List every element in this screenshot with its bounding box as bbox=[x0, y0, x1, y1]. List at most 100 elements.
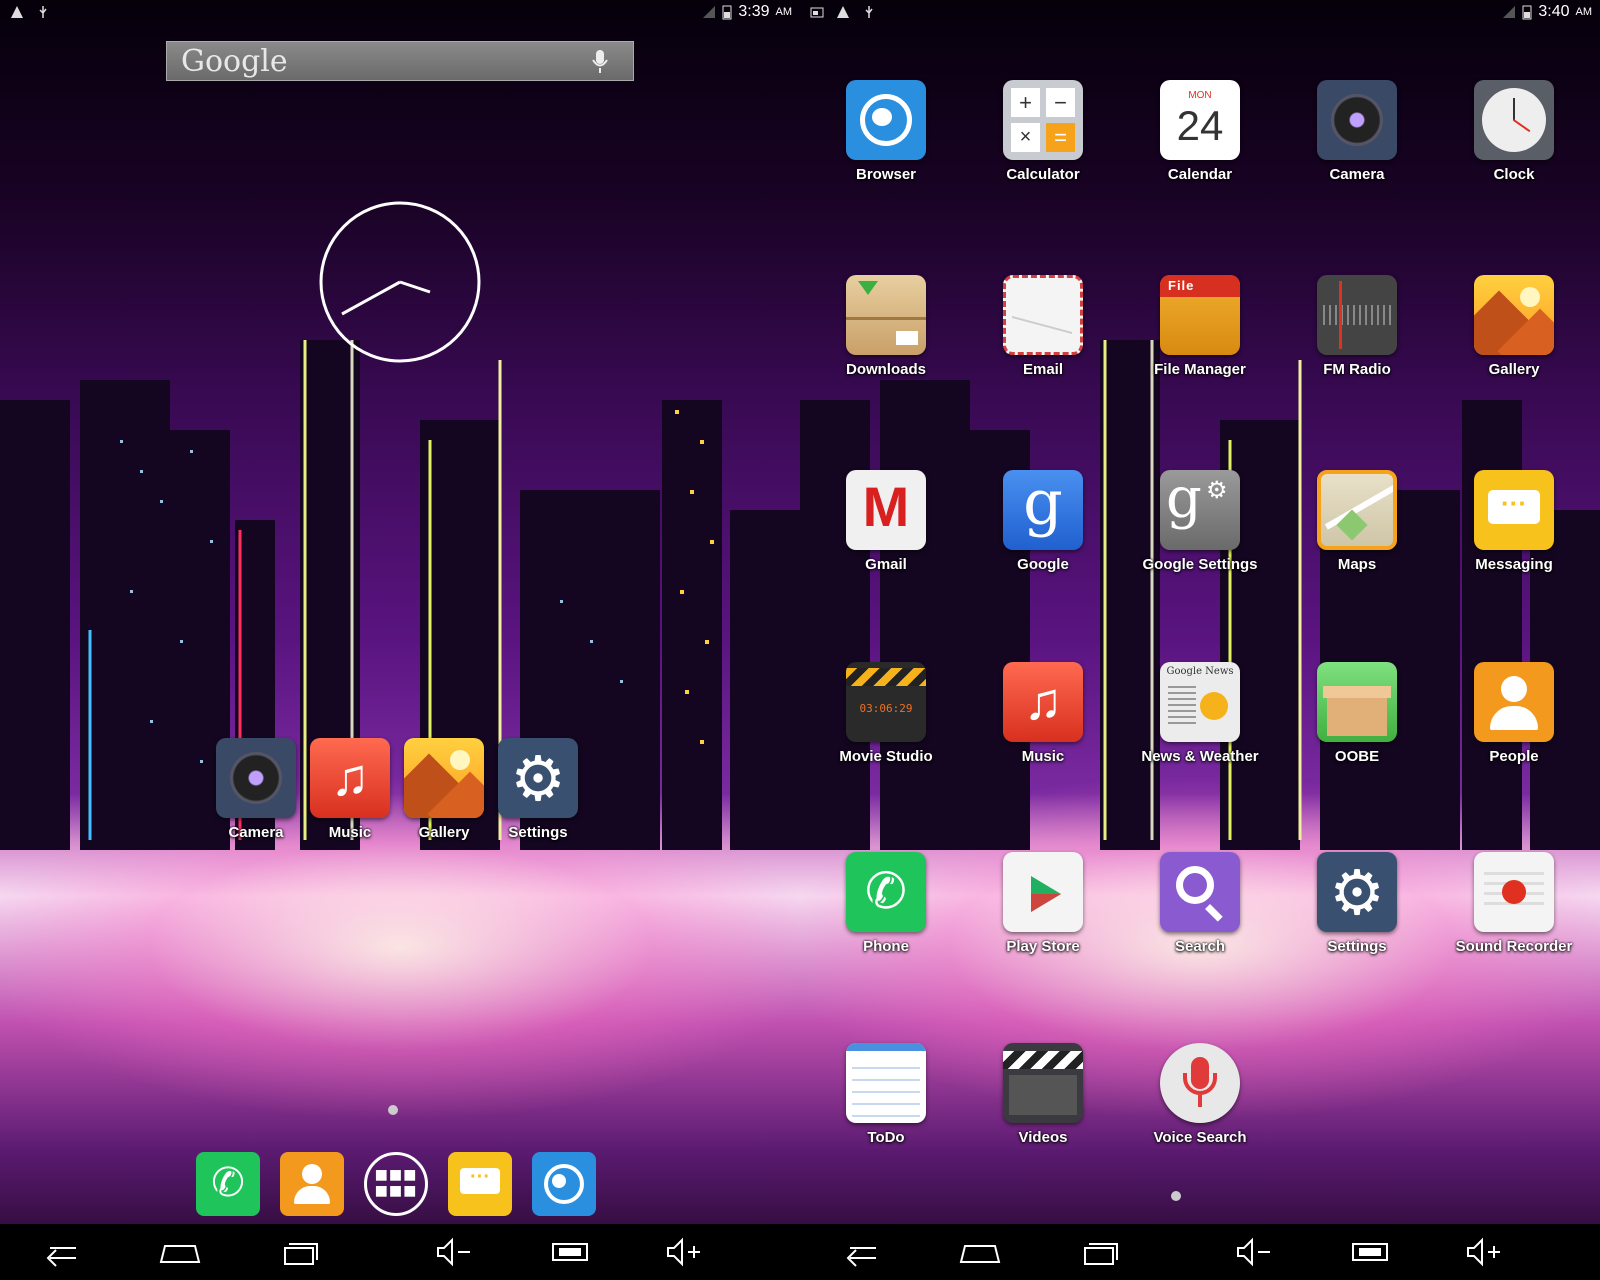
app-label: Maps bbox=[1337, 556, 1377, 573]
app-downloads[interactable]: Downloads bbox=[811, 275, 961, 378]
app-email[interactable]: Email bbox=[968, 275, 1118, 378]
app-movie-studio[interactable]: 03:06:29 Movie Studio bbox=[811, 662, 961, 765]
battery-icon bbox=[1522, 5, 1532, 20]
people-icon[interactable] bbox=[280, 1152, 344, 1216]
app-browser[interactable]: Browser bbox=[811, 80, 961, 183]
analog-clock-widget[interactable] bbox=[318, 200, 482, 364]
app-people[interactable]: People bbox=[1439, 662, 1589, 765]
app-phone[interactable]: ✆ Phone bbox=[811, 852, 961, 955]
status-ampm: AM bbox=[775, 6, 793, 18]
browser-icon[interactable] bbox=[532, 1152, 596, 1216]
phone-icon[interactable]: ✆ bbox=[196, 1152, 260, 1216]
app-label: Search bbox=[1174, 938, 1226, 955]
app-sound-recorder[interactable]: Sound Recorder bbox=[1439, 852, 1589, 955]
app-maps[interactable]: Maps bbox=[1282, 470, 1432, 573]
app-label: Clock bbox=[1493, 166, 1535, 183]
app-google[interactable]: g Google bbox=[968, 470, 1118, 573]
app-label: ToDo bbox=[867, 1129, 905, 1146]
google-logo: Google bbox=[181, 44, 288, 79]
settings-icon: ⚙ bbox=[498, 738, 578, 818]
voice-search-icon bbox=[1160, 1043, 1240, 1123]
gallery-icon bbox=[1474, 275, 1554, 355]
timecode: 03:06:29 bbox=[859, 702, 913, 715]
app-label: Calculator bbox=[1006, 166, 1080, 183]
app-fm-radio[interactable]: FM Radio bbox=[1282, 275, 1432, 378]
oobe-icon bbox=[1317, 662, 1397, 742]
app-label: Sound Recorder bbox=[1455, 938, 1573, 955]
app-music[interactable]: ♫ Music bbox=[968, 662, 1118, 765]
mic-icon[interactable] bbox=[591, 49, 609, 75]
screenshot-icon[interactable] bbox=[1345, 1234, 1395, 1270]
search-icon bbox=[1160, 852, 1240, 932]
app-search[interactable]: Search bbox=[1125, 852, 1275, 955]
volume-down-icon[interactable] bbox=[1230, 1234, 1280, 1270]
news-weather-icon: Google News bbox=[1160, 662, 1240, 742]
screenshot-icon[interactable] bbox=[545, 1234, 595, 1270]
todo-icon bbox=[846, 1043, 926, 1123]
app-oobe[interactable]: OOBE bbox=[1282, 662, 1432, 765]
movie-studio-icon: 03:06:29 bbox=[846, 662, 926, 742]
app-camera[interactable]: Camera bbox=[1282, 80, 1432, 183]
calendar-day: MON bbox=[1188, 90, 1212, 101]
app-label: Settings bbox=[508, 824, 568, 841]
email-icon bbox=[1003, 275, 1083, 355]
app-calendar[interactable]: MON 24 Calendar bbox=[1125, 80, 1275, 183]
app-settings[interactable]: ⚙ Settings bbox=[1282, 852, 1432, 955]
page-indicator bbox=[388, 1105, 398, 1115]
app-label: News & Weather bbox=[1141, 748, 1259, 765]
google-settings-icon: g ⚙ bbox=[1160, 470, 1240, 550]
app-news-weather[interactable]: Google News News & Weather bbox=[1125, 662, 1275, 765]
signal-icon bbox=[1503, 6, 1516, 18]
app-label: Phone bbox=[863, 938, 909, 955]
app-google-settings[interactable]: g ⚙ Google Settings bbox=[1125, 470, 1275, 573]
play-store-icon bbox=[1003, 852, 1083, 932]
recents-icon[interactable] bbox=[275, 1234, 325, 1270]
usb-icon bbox=[865, 6, 873, 18]
app-videos[interactable]: Videos bbox=[968, 1043, 1118, 1146]
signal-icon bbox=[703, 6, 716, 18]
home-icon[interactable] bbox=[155, 1234, 205, 1270]
camera-icon bbox=[1317, 80, 1397, 160]
volume-up-icon[interactable] bbox=[660, 1234, 710, 1270]
volume-down-icon[interactable] bbox=[430, 1234, 480, 1270]
volume-up-icon[interactable] bbox=[1460, 1234, 1510, 1270]
app-label: Google bbox=[1017, 556, 1069, 573]
dock: ✆ ■■■ ■■■ ··· bbox=[196, 1152, 616, 1216]
app-calculator[interactable]: + − × = Calculator bbox=[968, 80, 1118, 183]
battery-icon bbox=[722, 5, 732, 20]
app-label: FM Radio bbox=[1323, 361, 1391, 378]
maps-icon bbox=[1317, 470, 1397, 550]
app-settings[interactable]: ⚙ Settings bbox=[463, 738, 613, 841]
recents-icon[interactable] bbox=[1075, 1234, 1125, 1270]
app-todo[interactable]: ToDo bbox=[811, 1043, 961, 1146]
fm-radio-icon bbox=[1317, 275, 1397, 355]
app-file-manager[interactable]: File File Manager bbox=[1125, 275, 1275, 378]
browser-icon bbox=[846, 80, 926, 160]
back-icon[interactable] bbox=[36, 1234, 86, 1270]
app-label: Downloads bbox=[845, 361, 926, 378]
screenshot-notification-icon bbox=[810, 7, 824, 18]
app-gallery[interactable]: Gallery bbox=[1439, 275, 1589, 378]
phone-icon: ✆ bbox=[846, 852, 926, 932]
gmail-icon: M bbox=[846, 470, 926, 550]
app-messaging[interactable]: ··· Messaging bbox=[1439, 470, 1589, 573]
app-play-store[interactable]: Play Store bbox=[968, 852, 1118, 955]
app-clock[interactable]: Clock bbox=[1439, 80, 1589, 183]
status-bar: 3:40 AM bbox=[800, 0, 1600, 26]
all-apps-icon[interactable]: ■■■ ■■■ bbox=[364, 1152, 428, 1216]
status-time: 3:39 bbox=[738, 3, 770, 20]
home-icon[interactable] bbox=[955, 1234, 1005, 1270]
back-icon[interactable] bbox=[836, 1234, 886, 1270]
warning-icon bbox=[837, 6, 849, 18]
app-label: Videos bbox=[1018, 1129, 1068, 1146]
google-search-bar[interactable]: Google bbox=[166, 41, 634, 81]
app-voice-search[interactable]: Voice Search bbox=[1125, 1043, 1275, 1146]
app-label: Settings bbox=[1327, 938, 1387, 955]
settings-icon: ⚙ bbox=[1317, 852, 1397, 932]
app-gmail[interactable]: M Gmail bbox=[811, 470, 961, 573]
messaging-icon: ··· bbox=[1474, 470, 1554, 550]
music-icon: ♫ bbox=[1003, 662, 1083, 742]
file-badge: File bbox=[1168, 278, 1195, 293]
news-header: Google News bbox=[1166, 666, 1234, 677]
messaging-icon[interactable]: ··· bbox=[448, 1152, 512, 1216]
